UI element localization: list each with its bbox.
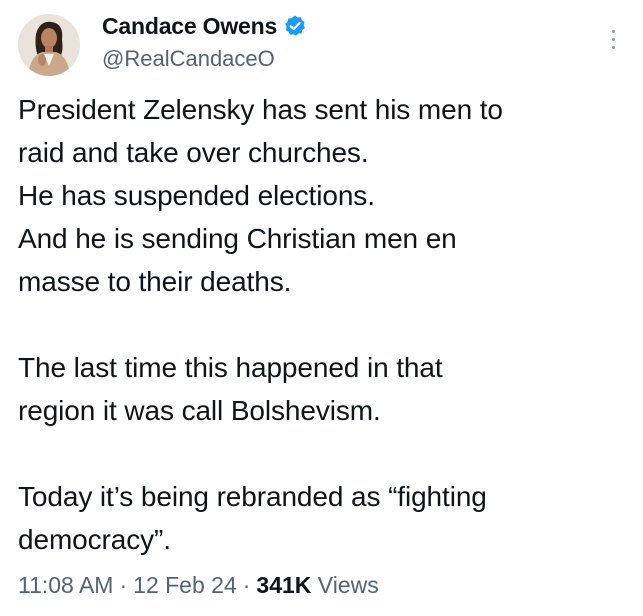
more-vertical-icon[interactable] <box>608 30 618 56</box>
author-handle[interactable]: @RealCandaceO <box>102 46 307 72</box>
tweet-line: region it was call Bolshevism. <box>18 395 381 426</box>
tweet-date[interactable]: 12 Feb 24 <box>133 572 237 598</box>
tweet-line: masse to their deaths. <box>18 266 292 297</box>
verified-badge-icon <box>283 14 307 38</box>
tweet-time[interactable]: 11:08 AM <box>18 572 113 598</box>
tweet-line: The last time this happened in that <box>18 352 443 383</box>
author-names: Candace Owens @RealCandaceO <box>102 10 307 72</box>
tweet-line: raid and take over churches. <box>18 137 369 168</box>
views-count[interactable]: 341K <box>256 572 311 598</box>
tweet-meta: 11:08 AM · 12 Feb 24 · 341K Views <box>18 572 379 599</box>
avatar-image <box>18 14 80 76</box>
tweet-line: He has suspended elections. <box>18 180 375 211</box>
tweet-header: Candace Owens @RealCandaceO <box>18 10 628 80</box>
tweet-line: President Zelensky has sent his men to <box>18 94 503 125</box>
display-name[interactable]: Candace Owens <box>102 13 277 40</box>
avatar[interactable] <box>18 14 80 76</box>
tweet-text: President Zelensky has sent his men to r… <box>18 88 628 561</box>
tweet-line: And he is sending Christian men en <box>18 223 457 254</box>
tweet-line: Today it’s being rebranded as “fighting <box>18 481 487 512</box>
tweet-card: Candace Owens @RealCandaceO President Ze… <box>0 0 643 616</box>
display-name-row: Candace Owens <box>102 10 307 42</box>
separator: · <box>119 572 128 598</box>
views-label: Views <box>317 572 379 598</box>
separator: · <box>242 572 251 598</box>
tweet-line: democracy”. <box>18 524 171 555</box>
